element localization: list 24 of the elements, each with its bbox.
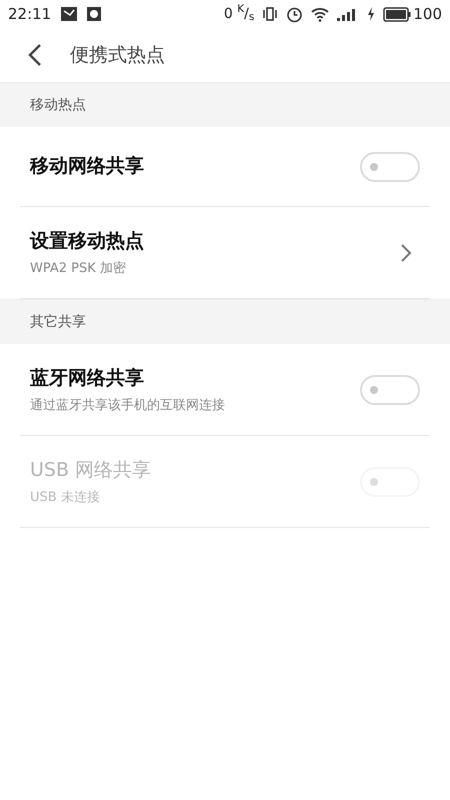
image-notification-icon — [61, 7, 78, 21]
status-time: 22:11 — [8, 4, 52, 25]
setting-title: 移动网络共享 — [30, 154, 144, 180]
chevron-right-icon[interactable] — [400, 242, 412, 262]
battery-level: 100 — [413, 4, 442, 25]
toggle-switch[interactable] — [360, 374, 420, 404]
network-speed: 0 $^{K}$/$_{s}$ — [224, 4, 254, 24]
vibrate-icon — [262, 6, 278, 22]
back-icon[interactable] — [28, 43, 42, 67]
wifi-icon — [311, 6, 330, 22]
battery-icon — [383, 6, 412, 22]
setting-title: 蓝牙网络共享 — [30, 366, 145, 390]
section-header: 移动热点 — [0, 82, 450, 127]
setting-title: 设置移动热点 — [30, 228, 144, 254]
setting-description: 通过蓝牙共享该手机的互联网连接 — [30, 397, 225, 415]
app-notification-icon — [87, 7, 102, 21]
setting-description: WPA2 PSK 加密 — [30, 260, 127, 278]
page-title: 便携式热点 — [70, 42, 165, 68]
setting-title: USB 网络共享 — [30, 458, 152, 482]
setting-description: USB 未连接 — [30, 489, 101, 507]
toggle-switch[interactable] — [360, 152, 420, 182]
charging-icon — [367, 7, 376, 21]
section-header: 其它共享 — [0, 299, 450, 344]
alarm-clock-icon — [286, 6, 304, 22]
